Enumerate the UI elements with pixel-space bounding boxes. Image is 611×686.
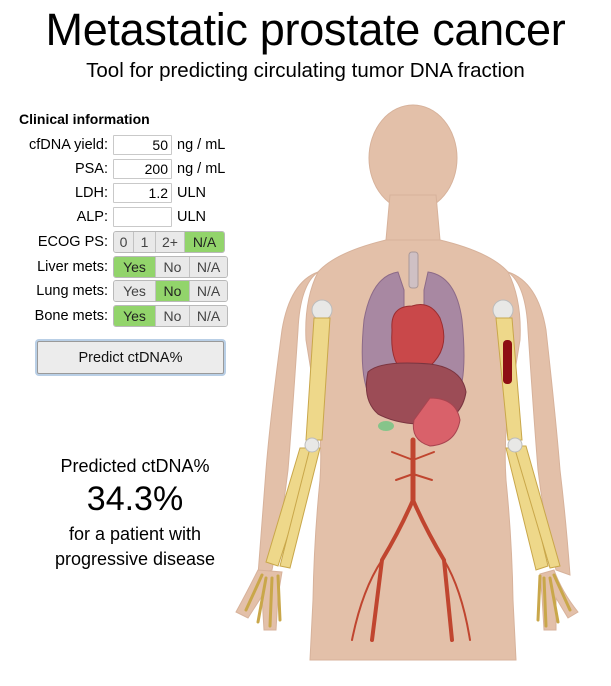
- psa-unit: ng / mL: [177, 161, 226, 177]
- predict-button[interactable]: Predict ctDNA%: [37, 341, 224, 374]
- bone-mets-no[interactable]: No: [155, 306, 189, 326]
- ecog-option-1[interactable]: 1: [133, 232, 155, 252]
- result-heading: Predicted ctDNA%: [60, 456, 210, 476]
- result-value: 34.3%: [86, 480, 184, 518]
- psa-label: PSA:: [74, 161, 108, 177]
- result-caption-line1: for a patient with: [68, 524, 202, 544]
- liver-mets-na[interactable]: N/A: [189, 257, 227, 277]
- lung-mets-label: Lung mets:: [36, 283, 108, 299]
- bone-mets-yes[interactable]: Yes: [114, 306, 155, 326]
- alp-unit: ULN: [177, 209, 207, 225]
- bone-mets-label: Bone mets:: [34, 308, 108, 324]
- lung-mets-no[interactable]: No: [155, 281, 189, 301]
- psa-input[interactable]: [113, 159, 172, 179]
- liver-mets-selector: Yes No N/A: [113, 256, 228, 278]
- clinical-form: Clinical information cfDNA yield: ng / m…: [0, 0, 300, 686]
- bone-mets-na[interactable]: N/A: [189, 306, 227, 326]
- liver-mets-label: Liver mets:: [37, 259, 108, 275]
- lung-mets-na[interactable]: N/A: [189, 281, 227, 301]
- bone-mets-selector: Yes No N/A: [113, 305, 228, 327]
- ecog-selector: 0 1 2+ N/A: [113, 231, 225, 253]
- liver-mets-yes[interactable]: Yes: [114, 257, 155, 277]
- bone-lesion-icon: [503, 340, 512, 384]
- ecog-label: ECOG PS:: [37, 234, 108, 250]
- gallbladder-icon: [378, 421, 394, 431]
- clinical-heading: Clinical information: [19, 111, 150, 127]
- trachea-icon: [408, 251, 419, 289]
- lung-mets-selector: Yes No N/A: [113, 280, 228, 302]
- ecog-option-na[interactable]: N/A: [184, 232, 224, 252]
- ldh-label: LDH:: [74, 185, 108, 201]
- cfdna-label: cfDNA yield:: [29, 137, 108, 153]
- result-caption-line2: progressive disease: [54, 549, 216, 569]
- alp-input[interactable]: [113, 207, 172, 227]
- ecog-option-0[interactable]: 0: [114, 232, 133, 252]
- liver-mets-no[interactable]: No: [155, 257, 189, 277]
- ldh-input[interactable]: [113, 183, 172, 203]
- cfdna-unit: ng / mL: [177, 137, 226, 153]
- alp-label: ALP:: [76, 209, 108, 225]
- lung-mets-yes[interactable]: Yes: [114, 281, 155, 301]
- ecog-option-2plus[interactable]: 2+: [155, 232, 184, 252]
- ldh-unit: ULN: [177, 185, 207, 201]
- cfdna-input[interactable]: [113, 135, 172, 155]
